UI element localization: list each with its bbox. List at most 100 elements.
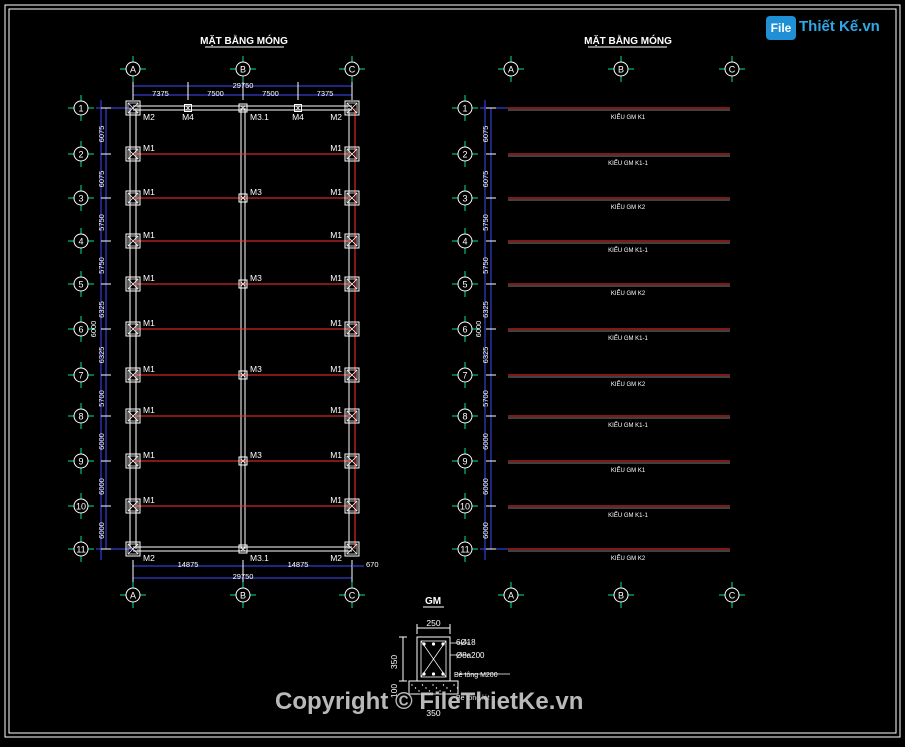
left-axis-top-a-label: A (130, 65, 136, 75)
footing-label-c-8: M1 (330, 405, 342, 415)
copyright-watermark: Copyright © FileThietKe.vn (275, 688, 584, 715)
section-hatch-4 (421, 684, 424, 686)
right-axis-row-5-label: 5 (462, 280, 467, 290)
site-logo[interactable]: File Thiết Kế.vn (766, 14, 880, 42)
right-axis-bottom-c-label: C (729, 591, 736, 601)
section-hatch-13 (453, 684, 455, 686)
right-axis-top-b-label: B (618, 65, 624, 75)
left-axis-top-b-label: B (240, 65, 246, 75)
footing-label-a-2: M1 (143, 143, 155, 153)
left-dim-text-2: 6075 (97, 171, 106, 188)
left-axis-row-1-label: 1 (78, 104, 83, 114)
section-stirrup-text: Ø8a200 (456, 651, 485, 660)
right-beam-label-3: KIỂU GM K2 (611, 204, 646, 211)
section-rebar-6 (431, 672, 436, 676)
right-beam-label-2: KIỂU GM K1-1 (608, 160, 648, 167)
mid-footing-label-7: M3 (250, 364, 262, 374)
right-axis-row-11-label: 11 (460, 545, 469, 555)
section-hatch-1 (411, 684, 413, 686)
right-axis-row-3-label: 3 (462, 194, 467, 204)
footing-label-c-9: M1 (330, 450, 342, 460)
footing-label-c-6: M1 (330, 318, 342, 328)
right-axis-row-2-label: 2 (462, 150, 467, 160)
left-axis-top-c-label: C (349, 65, 356, 75)
section-width-text: 250 (426, 618, 440, 628)
footing-label-c-1: M2 (330, 112, 342, 122)
right-dim-text-3: 5750 (481, 214, 490, 231)
top-dim-total: 29750 (233, 81, 254, 90)
bottom-dim-total: 29750 (233, 572, 254, 581)
footing-label-c-7: M1 (330, 364, 342, 374)
left-axis-row-2-label: 2 (78, 150, 83, 160)
section-title: GM (425, 596, 441, 607)
footing-label-a-1: M2 (143, 112, 155, 122)
bottom-dim-text-2: 14875 (288, 560, 309, 569)
left-axis-row-7-label: 7 (78, 371, 83, 381)
right-axis-top-a-label: A (508, 65, 514, 75)
right-axis-row-4-label: 4 (462, 237, 467, 247)
drawing-layer: A A B B C C 1 2 3 4 5 6 7 8 9 10 11 6075 6075 5750 5750 6325 6… (68, 56, 745, 718)
right-dim-text-8: 6000 (481, 433, 490, 450)
right-dim-text-9: 6000 (481, 478, 490, 495)
section-concrete-text: Bê tông M200 (454, 672, 498, 679)
left-dim-text-10: 6000 (97, 522, 106, 539)
logo-badge: File (766, 16, 796, 40)
right-dim-text-10: 6000 (481, 522, 490, 539)
right-axis-row-9-label: 9 (462, 457, 467, 467)
top-dim-text-4: 7375 (317, 89, 334, 98)
right-axis-row-7-label: 7 (462, 371, 467, 381)
left-axis-row-10-label: 10 (76, 502, 86, 512)
footing-label-a-4: M1 (143, 230, 155, 240)
section-hatch-10 (442, 684, 445, 686)
right-dim-text-1: 6075 (481, 126, 490, 143)
top-dim-text-1: 7375 (152, 89, 169, 98)
right-dim-text-6: 6325 (481, 347, 490, 364)
bottom-dim-offset: 670 (366, 560, 379, 569)
right-axis-bottom-b-label: B (618, 591, 624, 601)
right-axis-bottom-a-label: A (508, 591, 514, 601)
m4-label-2: M4 (292, 112, 304, 122)
m4-label-1: M4 (182, 112, 194, 122)
top-dim-text-2: 7500 (207, 89, 224, 98)
top-dim-text-3: 7500 (262, 89, 279, 98)
left-axis-row-9-label: 9 (78, 457, 83, 467)
mid-footing-label-1: M3.1 (250, 112, 269, 122)
right-dim-text-2: 6075 (481, 171, 490, 188)
section-rebar-1 (422, 642, 426, 646)
left-axis-bottom-b-label: B (240, 591, 246, 601)
right-axis-row-1-label: 1 (462, 104, 467, 114)
footing-label-a-3: M1 (143, 187, 155, 197)
right-beam-label-6: KIỂU GM K1-1 (608, 335, 648, 342)
footing-label-a-5: M1 (143, 273, 155, 283)
mid-footing-label-5: M3 (250, 273, 262, 283)
right-axis-top-c-label: C (729, 65, 736, 75)
right-dim-text-4: 5750 (481, 257, 490, 274)
footing-label-a-6: M1 (143, 318, 155, 328)
right-plan-title: MẶT BẰNG MÓNG (584, 34, 672, 47)
left-axis-row-3-label: 3 (78, 194, 83, 204)
footing-label-c-5: M1 (330, 273, 342, 283)
footing-label-c-4: M1 (330, 230, 342, 240)
left-axis-row-6-label: 6 (78, 325, 83, 335)
left-dim-text-5: 6325 (97, 301, 106, 318)
right-beam-label-10: KIỂU GM K1-1 (608, 512, 648, 519)
mid-footing-label-11: M3.1 (250, 553, 269, 563)
right-beam-label-5: KIỂU GM K2 (611, 290, 646, 297)
right-beam-label-4: KIỂU GM K1-1 (608, 247, 648, 254)
section-rebar-5 (431, 642, 436, 646)
left-dim-text-8: 6000 (97, 433, 106, 450)
right-beam-label-11: KIỂU GM K2 (611, 555, 646, 562)
bottom-dim-text-1: 14875 (178, 560, 199, 569)
footing-label-c-3: M1 (330, 187, 342, 197)
section-rebar-2 (441, 642, 445, 646)
right-axis-row-8-label: 8 (462, 412, 467, 422)
right-axis-row-10-label: 10 (460, 502, 470, 512)
left-dim-text-4: 5750 (97, 257, 106, 274)
mid-footing-label-3: M3 (250, 187, 262, 197)
foundation-drawing: MẶT BẰNG MÓNG MẶT BẰNG MÓNG GM A A B B C C 1 2 3… (4, 4, 901, 738)
right-beam-label-9: KIỂU GM K1 (611, 467, 646, 474)
footing-label-c-11: M2 (330, 553, 342, 563)
left-axis-row-5-label: 5 (78, 280, 83, 290)
drawing-canvas: MẶT BẰNG MÓNG MẶT BẰNG MÓNG GM A A B B C C 1 2 3… (0, 0, 905, 742)
footing-label-a-8: M1 (143, 405, 155, 415)
